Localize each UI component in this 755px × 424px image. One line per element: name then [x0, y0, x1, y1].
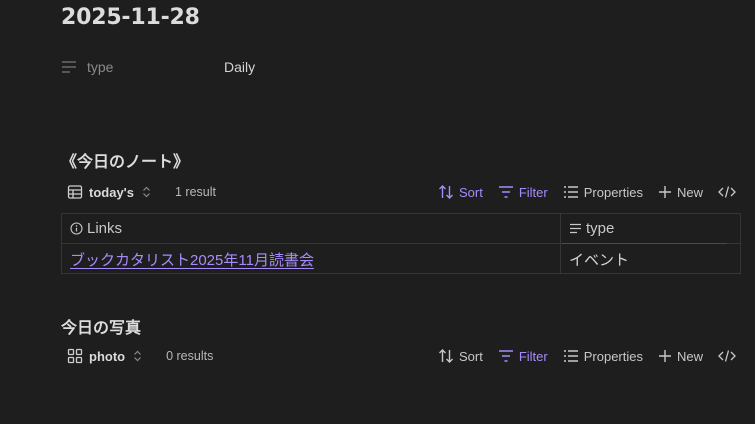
properties-button[interactable]: Properties: [563, 349, 643, 364]
column-header-links[interactable]: Links: [62, 214, 561, 243]
notes-section-title: 《今日のノート》: [61, 152, 190, 171]
result-count: 1 result: [175, 185, 216, 199]
code-button[interactable]: [718, 349, 741, 363]
table-row: ブックカタリスト2025年11月読書会 イベント: [62, 244, 740, 274]
filter-icon: [498, 350, 513, 362]
grid-icon: [67, 348, 83, 364]
text-lines-icon: [570, 223, 581, 234]
sort-icon: [439, 349, 453, 363]
notes-toolbar: today's 1 result Sort Filter Properties …: [61, 179, 741, 205]
view-selector[interactable]: today's: [67, 184, 157, 200]
links-cell: ブックカタリスト2025年11月読書会: [62, 244, 561, 274]
notes-table: Links type ブックカタリスト2025年11月読書会 イベント: [61, 213, 741, 274]
filter-button[interactable]: Filter: [498, 185, 548, 200]
photo-section-title: 今日の写真: [61, 318, 142, 337]
note-link[interactable]: ブックカタリスト2025年11月読書会: [70, 249, 314, 270]
view-name: today's: [89, 184, 134, 200]
new-button[interactable]: New: [658, 185, 703, 200]
new-button[interactable]: New: [658, 349, 703, 364]
chevron-updown-icon: [143, 186, 150, 198]
property-row: type Daily: [61, 56, 255, 78]
photo-toolbar: photo 0 results Sort Filter Properties N…: [61, 343, 741, 369]
property-value[interactable]: Daily: [224, 59, 255, 75]
list-icon: [563, 350, 578, 362]
sort-icon: [439, 185, 453, 199]
info-icon: [70, 222, 83, 235]
result-count: 0 results: [166, 349, 214, 363]
sort-button[interactable]: Sort: [438, 184, 483, 200]
text-lines-icon: [62, 61, 76, 73]
plus-icon: [658, 350, 671, 362]
column-header-type[interactable]: type: [561, 214, 740, 243]
code-icon: [718, 186, 736, 198]
filter-icon: [498, 186, 513, 198]
view-name: photo: [89, 348, 126, 364]
list-icon: [563, 186, 578, 198]
code-button[interactable]: [718, 185, 741, 199]
table-icon: [67, 185, 83, 199]
sort-button[interactable]: Sort: [438, 348, 483, 364]
filter-button[interactable]: Filter: [498, 349, 548, 364]
table-header: Links type: [62, 214, 740, 244]
code-icon: [718, 350, 736, 362]
type-cell[interactable]: イベント: [561, 244, 740, 274]
view-selector[interactable]: photo: [67, 348, 148, 364]
chevron-updown-icon: [134, 350, 142, 362]
page-title[interactable]: 2025-11-28: [61, 5, 200, 30]
properties-button[interactable]: Properties: [563, 185, 643, 200]
property-key[interactable]: type: [87, 59, 224, 75]
plus-icon: [658, 186, 671, 198]
column-divider: [562, 243, 727, 244]
